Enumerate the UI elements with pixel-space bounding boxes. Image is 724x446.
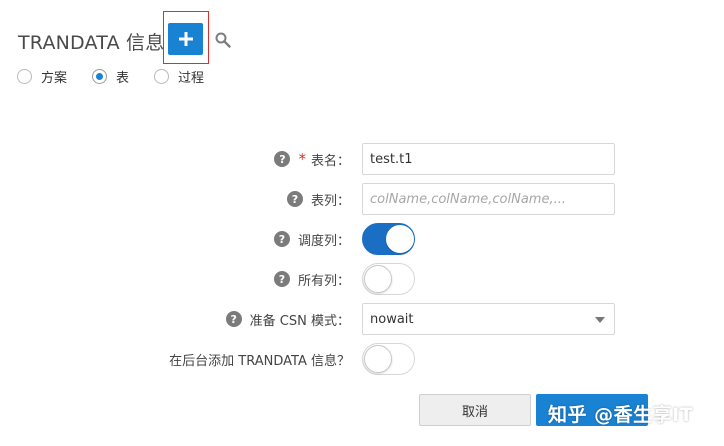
scheduling-columns-label-wrap: ? 调度列： [273,223,350,255]
add-button[interactable] [168,23,203,55]
radio-table-label: 表 [116,71,130,86]
table-name-row: ? * 表名： test.t1 [0,143,724,175]
table-name-label-wrap: ? * 表名： [274,143,350,175]
all-columns-toggle[interactable] [362,263,415,295]
table-name-label: 表名： [310,153,350,169]
table-columns-label-wrap: ? 表列： [286,183,350,215]
add-in-background-label: 在后台添加 TRANDATA 信息？ [169,353,350,369]
prepare-csn-mode-select[interactable]: nowait [362,303,615,335]
scheduling-columns-row: ? 调度列： [0,223,724,255]
prepare-csn-mode-row: ? 准备 CSN 模式： nowait [0,303,724,335]
table-columns-label: 表列： [310,193,350,209]
all-columns-label: 所有列： [297,273,350,289]
prepare-csn-mode-value: nowait [370,311,414,327]
help-icon[interactable]: ? [286,191,303,207]
add-in-background-toggle[interactable] [362,343,415,375]
prepare-csn-mode-label: 准备 CSN 模式： [249,313,350,329]
radio-procedure-label: 过程 [178,71,205,86]
radio-schema-label: 方案 [41,71,68,86]
required-asterisk: * [298,150,306,168]
toggle-knob [364,265,392,293]
table-columns-input[interactable]: colName,colName,colName,... [362,183,615,215]
add-in-background-row: 在后台添加 TRANDATA 信息？ [0,343,724,375]
help-icon[interactable]: ? [273,231,290,247]
scheduling-columns-toggle[interactable] [362,223,415,255]
radio-procedure[interactable]: 过程 [154,67,204,86]
toggle-knob [386,225,414,253]
scheduling-columns-label: 调度列： [297,233,350,249]
help-icon[interactable]: ? [273,271,290,287]
page-title: TRANDATA 信息 [18,32,165,54]
search-icon[interactable] [214,31,232,49]
all-columns-row: ? 所有列： [0,263,724,295]
table-name-input[interactable]: test.t1 [362,143,615,175]
table-name-value: test.t1 [370,151,413,167]
radio-schema[interactable]: 方案 [17,67,67,86]
radio-table[interactable]: 表 [92,67,129,86]
help-icon[interactable]: ? [274,151,291,167]
toggle-knob [364,345,392,373]
radio-procedure-indicator[interactable] [154,69,170,84]
chevron-down-icon [595,317,605,323]
add-in-background-label-wrap: 在后台添加 TRANDATA 信息？ [169,343,350,375]
radio-schema-indicator[interactable] [17,69,32,84]
type-radio-group: 方案 表 过程 [17,67,229,86]
all-columns-label-wrap: ? 所有列： [273,263,350,295]
table-columns-placeholder: colName,colName,colName,... [370,191,566,207]
watermark: 知乎 @香生享IT [548,404,694,426]
help-icon[interactable]: ? [225,311,242,327]
prepare-csn-mode-label-wrap: ? 准备 CSN 模式： [225,303,350,335]
cancel-button[interactable]: 取消 [419,394,531,426]
table-columns-row: ? 表列： colName,colName,colName,... [0,183,724,215]
radio-table-indicator[interactable] [92,69,108,84]
plus-icon [178,32,193,46]
